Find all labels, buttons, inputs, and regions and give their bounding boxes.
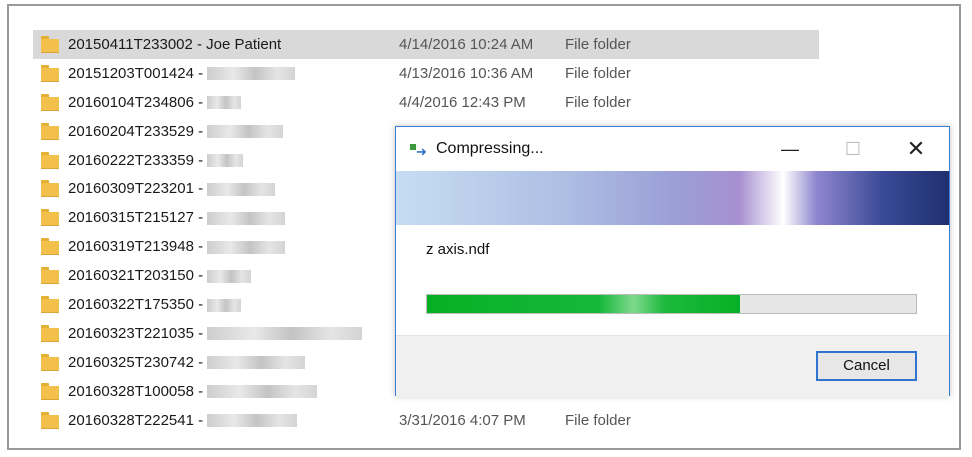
folder-name: 20160309T223201 -	[68, 180, 276, 197]
item-type: File folder	[565, 36, 631, 53]
file-list-row[interactable]: 20160328T222541 - 3/31/2016 4:07 PM File f…	[33, 406, 833, 435]
redacted-name-blur	[207, 67, 296, 81]
folder-name: 20160104T234806 -	[68, 94, 242, 111]
date-modified: 3/31/2016 4:07 PM	[399, 411, 526, 429]
date-modified: 4/4/2016 12:43 PM	[399, 93, 526, 111]
redacted-name-blur	[207, 96, 242, 110]
redacted-name-blur	[207, 211, 286, 225]
folder-icon	[41, 209, 59, 227]
dialog-footer: Cancel	[396, 335, 949, 397]
progress-bar	[426, 294, 917, 314]
compressing-dialog: ➜ Compressing... — ☐ ✕ z axis.ndf Cancel	[395, 126, 950, 397]
dialog-titlebar[interactable]: ➜ Compressing... — ☐ ✕	[396, 127, 949, 171]
folder-icon	[41, 151, 59, 169]
redacted-name-blur	[207, 154, 244, 168]
maximize-button[interactable]: ☐	[833, 135, 873, 163]
folder-icon	[41, 267, 59, 285]
folder-icon	[41, 411, 59, 429]
folder-icon	[41, 64, 59, 82]
screenshot-frame: 20150411T233002 - Joe Patient 4/14/2016 1…	[7, 4, 961, 450]
redacted-name-blur	[207, 298, 242, 312]
folder-name: 20160325T230742 -	[68, 354, 306, 371]
folder-name: 20160315T215127 -	[68, 209, 286, 226]
folder-name: 20160322T175350 -	[68, 296, 242, 313]
folder-icon	[41, 353, 59, 371]
redacted-name-blur	[207, 414, 298, 428]
folder-name: 20150411T233002 - Joe Patient	[68, 36, 282, 53]
progress-fill	[427, 295, 740, 313]
folder-icon	[41, 296, 59, 314]
minimize-button[interactable]: —	[770, 135, 810, 163]
file-list-row[interactable]: 20151203T001424 - 4/13/2016 10:36 AM File …	[33, 59, 833, 88]
item-type: File folder	[565, 64, 631, 82]
file-list-row[interactable]: 20150411T233002 - Joe Patient 4/14/2016 1…	[33, 30, 833, 59]
folder-name: 20160222T233359 -	[68, 152, 244, 169]
folder-icon	[41, 180, 59, 198]
folder-name: 20160204T233529 -	[68, 123, 284, 140]
redacted-name-blur	[207, 356, 306, 370]
cancel-button[interactable]: Cancel	[816, 351, 917, 381]
folder-name: 20160319T213948 -	[68, 238, 286, 255]
current-file-label: z axis.ndf	[426, 241, 490, 258]
dialog-title: Compressing...	[436, 140, 544, 157]
redacted-name-blur	[207, 385, 318, 399]
compress-transfer-icon: ➜	[410, 143, 428, 158]
folder-name: 20151203T001424 -	[68, 65, 296, 82]
folder-name: 20160328T222541 -	[68, 412, 298, 429]
folder-icon	[41, 93, 59, 111]
date-modified: 4/13/2016 10:36 AM	[399, 64, 534, 82]
folder-name: 20160321T203150 -	[68, 267, 252, 284]
folder-icon	[41, 36, 59, 53]
file-list-row[interactable]: 20160104T234806 - 4/4/2016 12:43 PM File f…	[33, 88, 833, 117]
progress-banner	[396, 171, 949, 225]
close-button[interactable]: ✕	[896, 135, 936, 163]
redacted-name-blur	[207, 269, 252, 283]
redacted-name-blur	[207, 240, 286, 254]
folder-name: 20160323T221035 -	[68, 325, 363, 342]
redacted-name-blur	[207, 125, 284, 139]
folder-icon	[41, 324, 59, 342]
item-type: File folder	[565, 411, 631, 429]
folder-icon	[41, 122, 59, 140]
item-type: File folder	[565, 93, 631, 111]
folder-icon	[41, 238, 59, 256]
folder-name: 20160328T100058 -	[68, 383, 318, 400]
folder-icon	[41, 382, 59, 400]
date-modified: 4/14/2016 10:24 AM	[399, 36, 534, 53]
redacted-name-blur	[207, 327, 363, 341]
redacted-name-blur	[207, 182, 276, 196]
